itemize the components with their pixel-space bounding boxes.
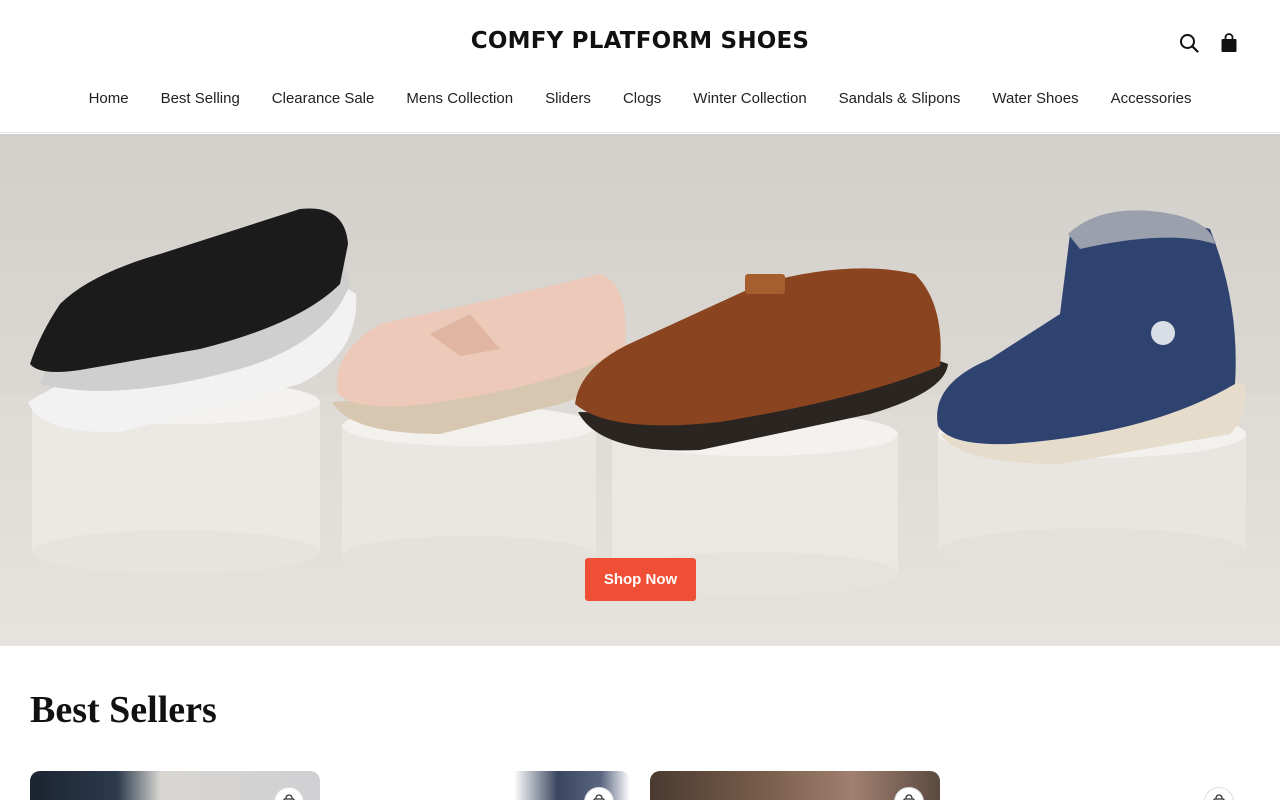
shop-now-button[interactable]: Shop Now: [585, 558, 696, 601]
nav-item-accessories[interactable]: Accessories: [1111, 90, 1192, 107]
product-card[interactable]: [960, 771, 1250, 800]
nav-item-best-selling[interactable]: Best Selling: [161, 90, 240, 107]
product-card[interactable]: [650, 771, 940, 800]
nav-item-clogs[interactable]: Clogs: [623, 90, 661, 107]
hero-banner: Shop Now: [0, 134, 1280, 646]
nav-item-sliders[interactable]: Sliders: [545, 90, 591, 107]
site-logo[interactable]: COMFY PLATFORM SHOES: [0, 28, 1280, 54]
shopping-bag-icon[interactable]: [1218, 30, 1240, 56]
brown-leather-loafer: [575, 268, 948, 451]
nav-item-winter-collection[interactable]: Winter Collection: [693, 90, 806, 107]
nav-item-sandals-slipons[interactable]: Sandals & Slipons: [839, 90, 961, 107]
product-grid: [30, 771, 1250, 800]
nav-item-water-shoes[interactable]: Water Shoes: [992, 90, 1078, 107]
nav-item-clearance-sale[interactable]: Clearance Sale: [272, 90, 375, 107]
blue-winter-boot: [937, 210, 1246, 464]
product-card[interactable]: [30, 771, 320, 800]
product-card[interactable]: [340, 771, 630, 800]
main-nav: Home Best Selling Clearance Sale Mens Co…: [0, 90, 1280, 107]
nav-item-mens-collection[interactable]: Mens Collection: [406, 90, 513, 107]
best-sellers-title: Best Sellers: [30, 689, 217, 731]
search-icon[interactable]: [1178, 30, 1200, 56]
header-icons: [1178, 30, 1240, 56]
nav-item-home[interactable]: Home: [89, 90, 129, 107]
site-header: COMFY PLATFORM SHOES Home Best Selling C…: [0, 0, 1280, 133]
